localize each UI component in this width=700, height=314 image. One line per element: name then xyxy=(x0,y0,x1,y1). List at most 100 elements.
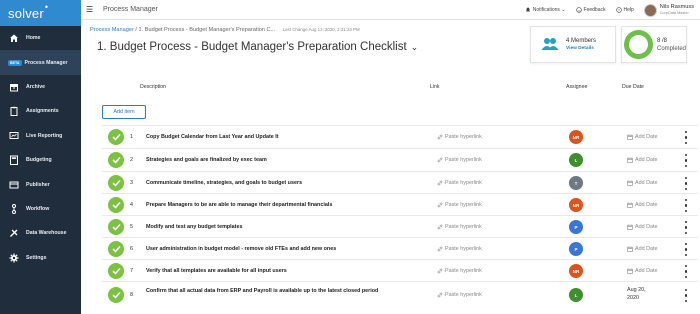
sidebar-item-process-manager[interactable]: BETA Process Manager xyxy=(0,50,81,75)
paste-hyperlink-label: Paste hyperlink xyxy=(445,133,482,140)
sidebar-item-home[interactable]: Home xyxy=(0,26,81,50)
user-info[interactable]: Nils Rasmuss CorpData Master xyxy=(660,4,694,16)
add-date-button[interactable]: Add Date xyxy=(627,134,657,140)
check-circle-icon[interactable] xyxy=(108,175,124,191)
assignee-avatar[interactable]: L xyxy=(569,288,583,302)
assignments-icon xyxy=(8,105,20,117)
more-options-icon[interactable] xyxy=(684,243,688,256)
task-description[interactable]: Confirm that all actual data from ERP an… xyxy=(146,287,416,295)
assignee-avatar[interactable]: P xyxy=(569,220,583,234)
check-circle-icon[interactable] xyxy=(108,129,124,145)
add-date-label: Add Date xyxy=(635,179,658,186)
link-icon xyxy=(437,292,443,297)
more-options-icon[interactable] xyxy=(684,199,688,212)
add-date-button[interactable]: Add Date xyxy=(627,246,657,252)
more-options-icon[interactable] xyxy=(684,177,688,190)
members-icon xyxy=(541,37,559,53)
sidebar-item-budgeting[interactable]: Budgeting xyxy=(0,148,81,172)
calendar-icon xyxy=(627,180,633,186)
help-icon: ? xyxy=(615,7,622,13)
user-avatar[interactable] xyxy=(643,3,657,17)
add-date-button[interactable]: Add Date xyxy=(627,202,657,208)
paste-hyperlink-button[interactable]: Paste hyperlink xyxy=(437,134,482,140)
assignee-avatar[interactable]: NR xyxy=(569,264,583,278)
help-button[interactable]: ? Help xyxy=(615,7,634,13)
sidebar-item-settings[interactable]: Settings xyxy=(0,246,81,270)
feedback-button[interactable]: Feedback xyxy=(575,7,606,13)
assignee-avatar[interactable]: L xyxy=(569,153,583,167)
assignee-avatar[interactable]: NR xyxy=(569,198,583,212)
check-circle-icon[interactable] xyxy=(108,197,124,213)
sidebar-item-label: Process Manager xyxy=(24,59,68,66)
brand-name: solver xyxy=(8,5,44,21)
add-item-button[interactable]: Add item xyxy=(102,105,146,119)
check-circle-icon[interactable] xyxy=(108,287,124,303)
breadcrumb-separator: / xyxy=(135,27,137,33)
task-number: 3 xyxy=(130,180,133,186)
due-date-value[interactable]: Aug 20, 2020 xyxy=(627,286,651,302)
notifications-button[interactable]: Notifications ⌄ xyxy=(525,7,566,13)
paste-hyperlink-button[interactable]: Paste hyperlink xyxy=(437,246,482,252)
sidebar-item-label: Publisher xyxy=(26,181,50,188)
task-description[interactable]: User administration in budget model - re… xyxy=(146,246,416,252)
calendar-icon xyxy=(627,202,633,208)
check-circle-icon[interactable] xyxy=(108,219,124,235)
task-number: 7 xyxy=(130,268,133,274)
add-date-button[interactable]: Add Date xyxy=(627,268,657,274)
task-number: 5 xyxy=(130,224,133,230)
feedback-label: Feedback xyxy=(583,7,606,13)
task-number: 8 xyxy=(130,292,133,298)
more-options-icon[interactable] xyxy=(684,289,688,302)
paste-hyperlink-button[interactable]: Paste hyperlink xyxy=(437,224,482,230)
sidebar-item-label: Home xyxy=(26,35,41,42)
add-date-label: Add Date xyxy=(635,133,658,140)
task-description[interactable]: Copy Budget Calendar from Last Year and … xyxy=(146,134,416,140)
paste-hyperlink-button[interactable]: Paste hyperlink xyxy=(437,202,482,208)
task-description[interactable]: Prepare Managers to be are able to manag… xyxy=(146,202,416,208)
header-link: Link xyxy=(430,84,440,90)
add-date-label: Add Date xyxy=(635,267,658,274)
sidebar-item-workflow[interactable]: Workflow xyxy=(0,197,81,221)
task-description[interactable]: Verify that all templates are available … xyxy=(146,268,416,274)
view-details-link[interactable]: View Details xyxy=(566,46,596,51)
add-date-button[interactable]: Add Date xyxy=(627,157,657,163)
more-options-icon[interactable] xyxy=(684,265,688,278)
paste-hyperlink-button[interactable]: Paste hyperlink xyxy=(437,292,482,298)
sidebar-item-assignments[interactable]: Assignments xyxy=(0,99,81,123)
menu-icon[interactable]: ☰ xyxy=(86,5,100,14)
chevron-down-icon[interactable]: ⌄ xyxy=(411,42,419,52)
more-options-icon[interactable] xyxy=(684,221,688,234)
page-title[interactable]: 1. Budget Process - Budget Manager's Pre… xyxy=(97,41,418,53)
completed-label: Completed xyxy=(656,45,686,52)
paste-hyperlink-button[interactable]: Paste hyperlink xyxy=(437,180,482,186)
task-number: 6 xyxy=(130,246,133,252)
check-circle-icon[interactable] xyxy=(108,152,124,168)
check-circle-icon[interactable] xyxy=(108,263,124,279)
link-icon xyxy=(437,268,443,273)
more-options-icon[interactable] xyxy=(684,154,688,167)
add-date-button[interactable]: Add Date xyxy=(627,224,657,230)
solver-logo[interactable]: solver • xyxy=(0,0,81,26)
check-circle-icon[interactable] xyxy=(108,241,124,257)
calendar-icon xyxy=(627,134,633,140)
sidebar-item-archive[interactable]: Archive xyxy=(0,75,81,99)
breadcrumb: Process Manager / 1. Budget Process - Bu… xyxy=(90,27,360,33)
live-reporting-icon xyxy=(8,130,20,142)
paste-hyperlink-button[interactable]: Paste hyperlink xyxy=(437,268,482,274)
add-date-button[interactable]: Add Date xyxy=(627,180,657,186)
sidebar-item-publisher[interactable]: Publisher xyxy=(0,172,81,196)
sidebar-item-data-warehouse[interactable]: Data Warehouse xyxy=(0,221,81,245)
task-description[interactable]: Modify and test any budget templates xyxy=(146,224,416,230)
task-row: 7 Verify that all templates are available… xyxy=(102,259,698,282)
assignee-avatar[interactable]: T xyxy=(569,176,583,190)
sidebar-item-live-reporting[interactable]: Live Reporting xyxy=(0,124,81,148)
task-description[interactable]: Strategies and goals are finalized by ex… xyxy=(146,157,416,163)
more-options-icon[interactable] xyxy=(684,131,688,144)
paste-hyperlink-button[interactable]: Paste hyperlink xyxy=(437,157,482,163)
assignee-avatar[interactable]: P xyxy=(569,242,583,256)
assignee-avatar[interactable]: NR xyxy=(569,130,583,144)
task-description[interactable]: Communicate timeline, strategies, and go… xyxy=(146,180,416,186)
data-warehouse-icon xyxy=(8,227,20,239)
breadcrumb-root[interactable]: Process Manager xyxy=(90,27,134,33)
paste-hyperlink-label: Paste hyperlink xyxy=(445,291,482,298)
